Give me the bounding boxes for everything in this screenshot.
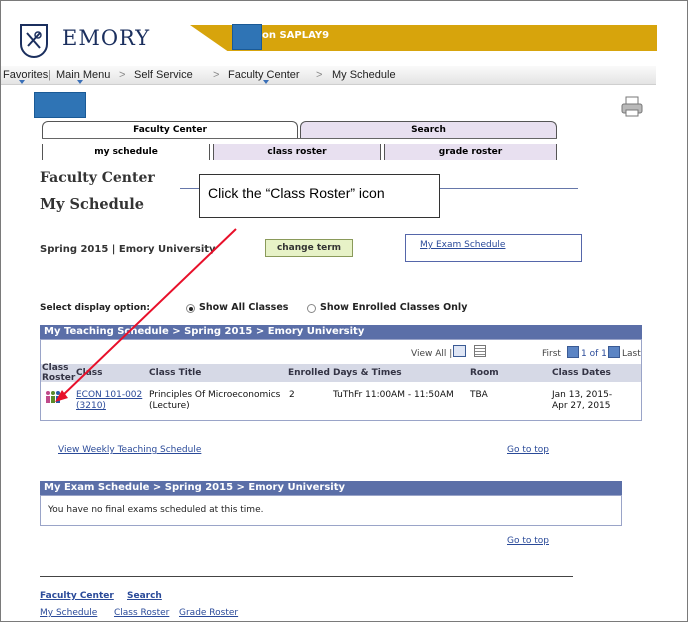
footer-divider [40,576,573,577]
exam-schedule-header: My Exam Schedule > Spring 2015 > Emory U… [40,481,622,495]
callout-arrow [55,228,237,402]
footer-class-roster-link[interactable]: Class Roster [114,608,169,618]
footer-my-schedule-link[interactable]: My Schedule [40,608,97,618]
no-exams-message: You have no final exams scheduled at thi… [48,505,264,515]
go-to-top-link[interactable]: Go to top [507,536,549,546]
footer-faculty-center-link[interactable]: Faculty Center [40,591,114,601]
footer-search-link[interactable]: Search [127,591,162,601]
view-weekly-schedule-link[interactable]: View Weekly Teaching Schedule [58,445,201,455]
footer-grade-roster-link[interactable]: Grade Roster [179,608,238,618]
go-to-top-link[interactable]: Go to top [507,445,549,455]
